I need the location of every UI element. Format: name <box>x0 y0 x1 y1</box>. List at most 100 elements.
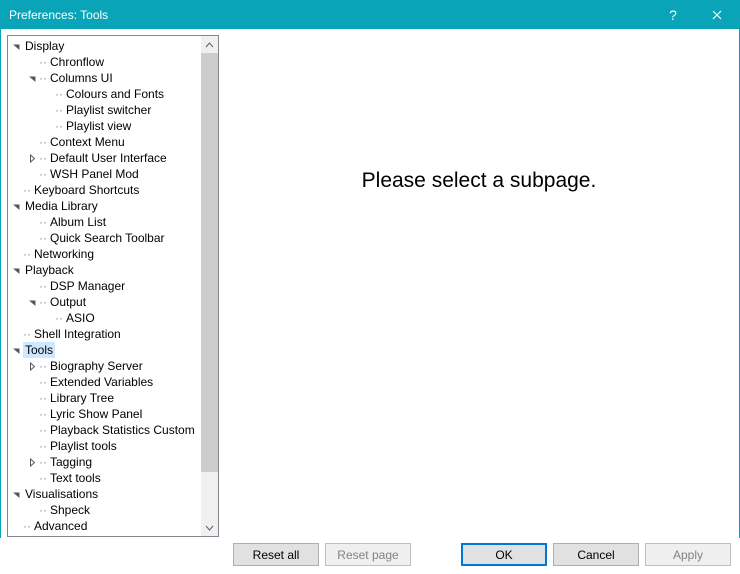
tree-item-asio[interactable]: ··ASIO <box>10 310 201 326</box>
tree-item-shell-integration[interactable]: ··Shell Integration <box>10 326 201 342</box>
tree-connector-icon: ·· <box>39 150 47 166</box>
window-title: Preferences: Tools <box>9 8 651 22</box>
tree-spacer <box>26 54 39 70</box>
scroll-down-button[interactable] <box>201 519 218 536</box>
tree-item-output[interactable]: ··Output <box>10 294 201 310</box>
tree-connector-icon: ·· <box>55 310 63 326</box>
nav-tree-container: Display··Chronflow··Columns UI··Colours … <box>7 35 219 537</box>
tree-connector-icon: ·· <box>39 454 47 470</box>
tree-item-chronflow[interactable]: ··Chronflow <box>10 54 201 70</box>
collapse-icon[interactable] <box>10 38 23 54</box>
tree-item-text-tools[interactable]: ··Text tools <box>10 470 201 486</box>
scrollbar-vertical[interactable] <box>201 36 218 536</box>
tree-spacer <box>42 102 55 118</box>
expand-icon[interactable] <box>26 150 39 166</box>
tree-item-biography-server[interactable]: ··Biography Server <box>10 358 201 374</box>
collapse-icon[interactable] <box>10 342 23 358</box>
tree-item-playback-stats[interactable]: ··Playback Statistics Custom <box>10 422 201 438</box>
tree-item-label: Default User Interface <box>48 150 169 166</box>
tree-connector-icon: ·· <box>39 422 47 438</box>
tree-item-shpeck[interactable]: ··Shpeck <box>10 502 201 518</box>
tree-item-library-tree[interactable]: ··Library Tree <box>10 390 201 406</box>
tree-item-label: Library Tree <box>48 390 116 406</box>
help-icon: ? <box>669 7 677 23</box>
expand-icon[interactable] <box>26 358 39 374</box>
tree-spacer <box>26 214 39 230</box>
collapse-icon[interactable] <box>26 70 39 86</box>
collapse-icon[interactable] <box>10 486 23 502</box>
tree-connector-icon: ·· <box>39 54 47 70</box>
tree-connector-icon: ·· <box>39 374 47 390</box>
tree-spacer <box>42 310 55 326</box>
apply-button[interactable]: Apply <box>645 543 731 566</box>
tree-item-tools[interactable]: Tools <box>10 342 201 358</box>
tree-item-kb-shortcuts[interactable]: ··Keyboard Shortcuts <box>10 182 201 198</box>
tree-item-media-library[interactable]: Media Library <box>10 198 201 214</box>
tree-spacer <box>26 406 39 422</box>
close-button[interactable] <box>695 1 739 29</box>
tree-item-context-menu[interactable]: ··Context Menu <box>10 134 201 150</box>
tree-item-playlist-view[interactable]: ··Playlist view <box>10 118 201 134</box>
tree-item-colours-fonts[interactable]: ··Colours and Fonts <box>10 86 201 102</box>
tree-connector-icon: ·· <box>23 182 31 198</box>
tree-connector-icon: ·· <box>39 358 47 374</box>
tree-item-extended-vars[interactable]: ··Extended Variables <box>10 374 201 390</box>
help-button[interactable]: ? <box>651 1 695 29</box>
tree-item-visualisations[interactable]: Visualisations <box>10 486 201 502</box>
tree-connector-icon: ·· <box>39 166 47 182</box>
collapse-icon[interactable] <box>26 294 39 310</box>
tree-item-advanced[interactable]: ··Advanced <box>10 518 201 534</box>
collapse-icon[interactable] <box>10 262 23 278</box>
tree-connector-icon: ·· <box>55 86 63 102</box>
tree-item-quick-search[interactable]: ··Quick Search Toolbar <box>10 230 201 246</box>
tree-connector-icon: ·· <box>39 214 47 230</box>
cancel-button[interactable]: Cancel <box>553 543 639 566</box>
tree-spacer <box>26 470 39 486</box>
tree-spacer <box>10 246 23 262</box>
tree-spacer <box>42 118 55 134</box>
tree-item-lyric-show[interactable]: ··Lyric Show Panel <box>10 406 201 422</box>
reset-all-button[interactable]: Reset all <box>233 543 319 566</box>
scroll-up-button[interactable] <box>201 36 218 53</box>
tree-item-networking[interactable]: ··Networking <box>10 246 201 262</box>
tree-item-label: Playback Statistics Custom <box>48 422 197 438</box>
reset-page-button[interactable]: Reset page <box>325 543 411 566</box>
button-bar: Reset all Reset page OK Cancel Apply <box>1 543 739 574</box>
tree-item-label: Networking <box>32 246 96 262</box>
tree-item-label: Playlist tools <box>48 438 119 454</box>
tree-item-label: Visualisations <box>23 486 100 502</box>
tree-item-wsh-panel[interactable]: ··WSH Panel Mod <box>10 166 201 182</box>
tree-item-playlist-switcher[interactable]: ··Playlist switcher <box>10 102 201 118</box>
tree-spacer <box>26 134 39 150</box>
scroll-thumb[interactable] <box>201 53 218 472</box>
tree-spacer <box>10 518 23 534</box>
tree-item-album-list[interactable]: ··Album List <box>10 214 201 230</box>
tree-item-dsp-manager[interactable]: ··DSP Manager <box>10 278 201 294</box>
tree-item-columns-ui[interactable]: ··Columns UI <box>10 70 201 86</box>
tree-connector-icon: ·· <box>23 518 31 534</box>
tree-item-label: Tagging <box>48 454 94 470</box>
tree-item-label: WSH Panel Mod <box>48 166 141 182</box>
tree-item-label: Playback <box>23 262 76 278</box>
tree-item-default-ui[interactable]: ··Default User Interface <box>10 150 201 166</box>
tree-item-playback[interactable]: Playback <box>10 262 201 278</box>
tree-item-label: Context Menu <box>48 134 127 150</box>
tree-spacer <box>26 374 39 390</box>
tree-item-label: Album List <box>48 214 108 230</box>
nav-tree[interactable]: Display··Chronflow··Columns UI··Colours … <box>8 36 201 536</box>
tree-item-label: Shell Integration <box>32 326 123 342</box>
tree-spacer <box>26 278 39 294</box>
scroll-track[interactable] <box>201 53 218 519</box>
tree-item-label: Keyboard Shortcuts <box>32 182 141 198</box>
titlebar: Preferences: Tools ? <box>1 1 739 29</box>
client-area: Display··Chronflow··Columns UI··Colours … <box>1 29 739 574</box>
expand-icon[interactable] <box>26 454 39 470</box>
tree-item-display[interactable]: Display <box>10 38 201 54</box>
chevron-up-icon <box>206 43 213 47</box>
tree-item-tagging[interactable]: ··Tagging <box>10 454 201 470</box>
tree-connector-icon: ·· <box>39 390 47 406</box>
tree-item-playlist-tools[interactable]: ··Playlist tools <box>10 438 201 454</box>
collapse-icon[interactable] <box>10 198 23 214</box>
tree-connector-icon: ·· <box>39 134 47 150</box>
ok-button[interactable]: OK <box>461 543 547 566</box>
